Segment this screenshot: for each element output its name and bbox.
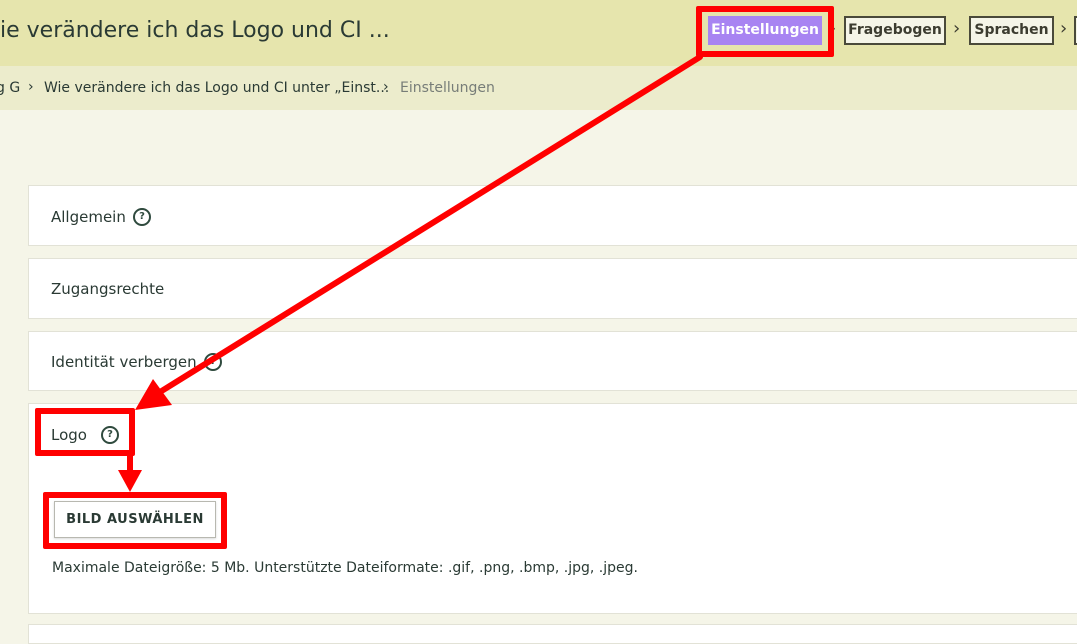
chevron-right-icon: › [953, 18, 961, 39]
breadcrumb-separator-icon: › [28, 79, 34, 95]
file-size-hint: Maximale Dateigröße: 5 Mb. Unterstützte … [52, 560, 638, 576]
breadcrumb-item-current: Einstellungen [400, 80, 495, 96]
panel-zugangsrechte[interactable]: Zugangsrechte [28, 258, 1077, 319]
chevron-right-icon: › [1060, 18, 1068, 39]
panel-identitaet-verbergen[interactable]: Identität verbergen ? [28, 331, 1077, 391]
panel-allgemein[interactable]: Allgemein ? [28, 185, 1077, 246]
panel-label: Allgemein [51, 208, 126, 226]
highlight-box-logo [35, 408, 135, 456]
breadcrumb-item-article[interactable]: Wie verändere ich das Logo und CI unter … [44, 80, 389, 96]
breadcrumb-separator-icon: › [383, 79, 389, 95]
panel-label: Identität verbergen [51, 353, 197, 371]
page-title: ie verändere ich das Logo und CI ... [0, 18, 390, 43]
panel-label: Zugangsrechte [51, 280, 165, 298]
panel-next-partial[interactable] [28, 624, 1077, 644]
highlight-box-einstellungen [696, 6, 834, 57]
breadcrumb-item-parent[interactable]: g G [0, 80, 20, 96]
highlight-box-upload-button [43, 492, 227, 549]
step-fragebogen[interactable]: Fragebogen [844, 16, 946, 45]
help-icon[interactable]: ? [204, 353, 222, 371]
step-sprachen[interactable]: Sprachen [969, 16, 1054, 45]
help-icon[interactable]: ? [133, 208, 151, 226]
